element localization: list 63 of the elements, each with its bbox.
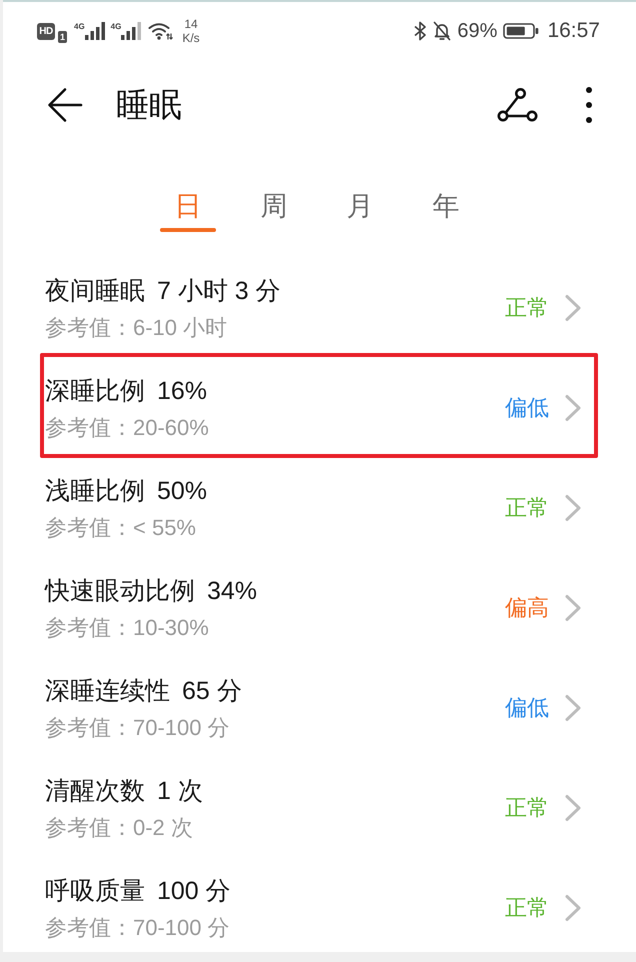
reference-range: 参考值：6-10 小时 — [45, 314, 228, 342]
metric-value: 1 次 — [157, 776, 203, 806]
metric-row[interactable]: 浅睡比例 50% 参考值：< 55% 正常 — [3, 458, 636, 558]
chevron-right-icon — [564, 394, 582, 422]
wifi-icon — [148, 22, 174, 40]
network-type-label: 4G — [74, 22, 85, 31]
status-label: 正常 — [505, 794, 549, 822]
period-tab[interactable]: 月 — [332, 189, 388, 232]
network-speed-unit: K/s — [182, 31, 200, 45]
bluetooth-icon — [413, 21, 428, 41]
chevron-right-icon — [564, 294, 582, 322]
metric-row[interactable]: 夜间睡眠 7 小时 3 分 参考值：6-10 小时 正常 — [3, 258, 636, 358]
metric-row[interactable]: 呼吸质量 100 分 参考值：70-100 分 正常 — [3, 858, 636, 952]
chevron-right-icon — [564, 694, 582, 722]
metric-name: 深睡比例 — [45, 376, 145, 406]
chevron-right-icon — [564, 794, 582, 822]
metric-row[interactable]: 深睡比例 16% 参考值：20-60% 偏低 — [3, 358, 636, 458]
network-type-label: 4G — [110, 22, 122, 31]
page-title: 睡眠 — [116, 84, 182, 124]
signal-bars-icon — [121, 22, 142, 40]
chevron-right-icon — [564, 494, 582, 522]
reference-range: 参考值：10-30% — [45, 614, 210, 642]
metric-value: 7 小时 3 分 — [157, 276, 281, 306]
reference-range: 参考值：70-100 分 — [45, 714, 231, 742]
metric-value: 65 分 — [182, 676, 242, 706]
period-tab[interactable]: 年 — [418, 189, 474, 232]
metric-name: 清醒次数 — [45, 776, 145, 806]
metric-value: 16% — [157, 376, 208, 406]
status-label: 正常 — [505, 294, 549, 322]
metric-value: 34% — [207, 576, 258, 606]
chevron-right-icon — [564, 594, 582, 622]
status-label: 正常 — [505, 494, 549, 522]
reference-range: 参考值：0-2 次 — [45, 814, 194, 842]
status-label: 偏高 — [505, 594, 549, 622]
status-label: 正常 — [505, 894, 549, 922]
reference-range: 参考值：20-60% — [45, 414, 210, 442]
metric-value: 50% — [157, 476, 208, 506]
network-speed-value: 14 — [184, 17, 198, 31]
metric-name: 呼吸质量 — [45, 876, 145, 906]
metric-name: 夜间睡眠 — [45, 276, 145, 306]
metric-row[interactable]: 快速眼动比例 34% 参考值：10-30% 偏高 — [3, 558, 636, 658]
metric-value: 100 分 — [157, 876, 231, 906]
back-arrow-icon[interactable] — [47, 87, 83, 123]
period-tab[interactable]: 周 — [246, 189, 302, 232]
reference-range: 参考值：70-100 分 — [45, 914, 231, 942]
metric-row[interactable]: 清醒次数 1 次 参考值：0-2 次 正常 — [3, 758, 636, 858]
hd-badge: HD — [37, 22, 55, 40]
more-icon[interactable] — [585, 86, 593, 124]
battery-percent: 69% — [457, 20, 498, 42]
metric-name: 快速眼动比例 — [45, 576, 195, 606]
status-label: 偏低 — [505, 394, 549, 422]
chevron-right-icon — [564, 894, 582, 922]
battery-icon — [503, 23, 540, 39]
metric-name: 深睡连续性 — [45, 676, 170, 706]
status-label: 偏低 — [505, 694, 549, 722]
metric-row[interactable]: 深睡连续性 65 分 参考值：70-100 分 偏低 — [3, 658, 636, 758]
metric-name: 浅睡比例 — [45, 476, 145, 506]
signal-bars-icon — [84, 22, 106, 40]
reference-range: 参考值：< 55% — [45, 514, 197, 542]
graph-nodes-icon[interactable] — [497, 87, 539, 123]
bell-muted-icon — [433, 21, 452, 41]
clock-time: 16:57 — [547, 19, 600, 43]
sim-badge: 1 — [58, 31, 67, 43]
